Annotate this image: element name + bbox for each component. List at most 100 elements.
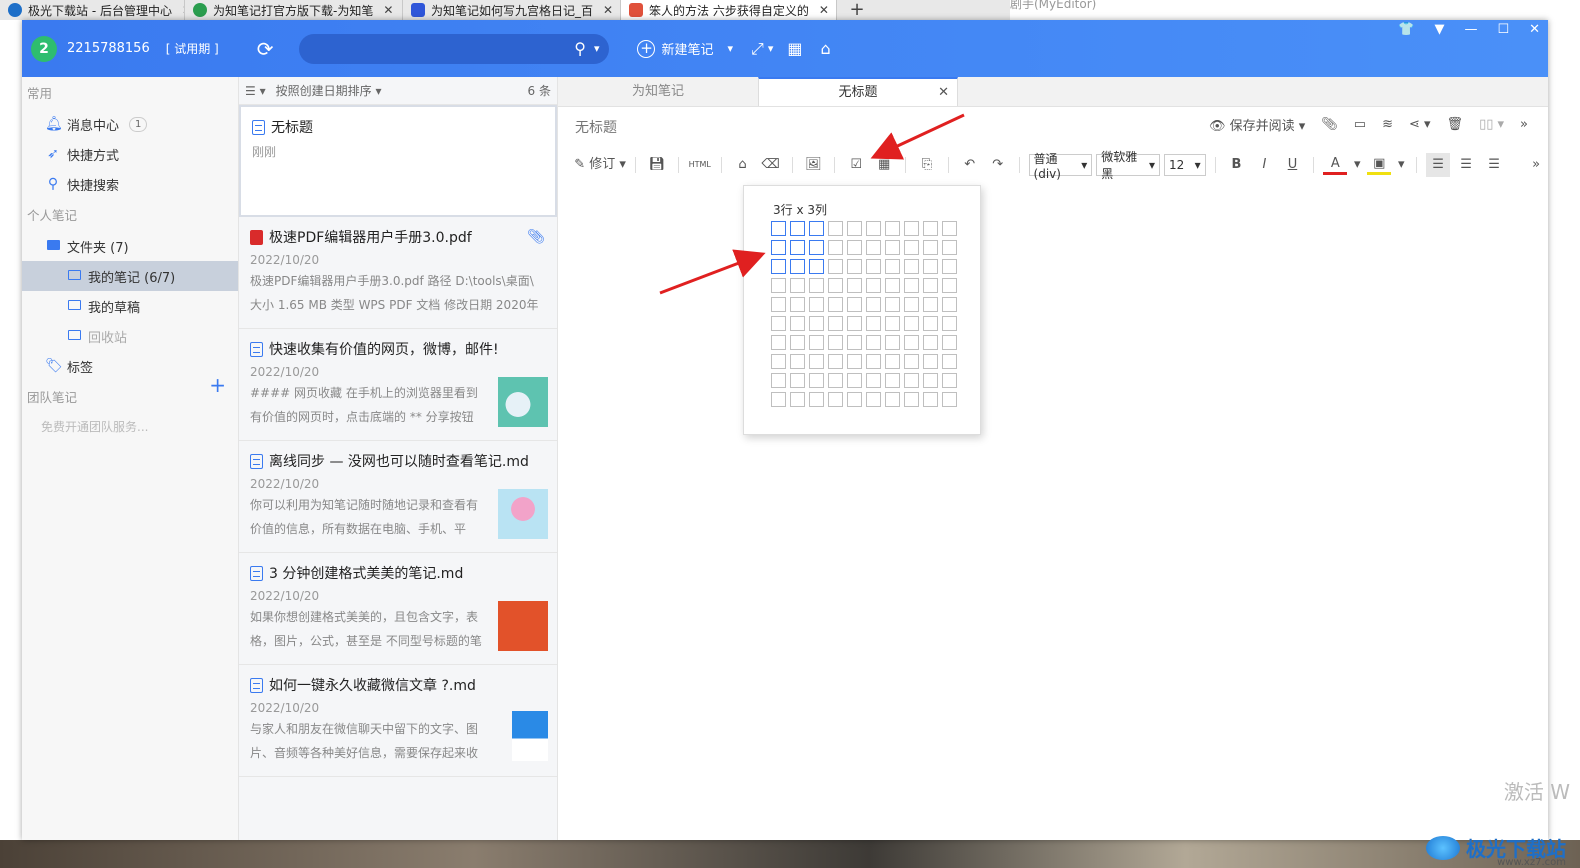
table-grid-cell[interactable]	[942, 316, 957, 331]
table-grid-cell[interactable]	[904, 392, 919, 407]
align-right-icon[interactable]: ☰	[1482, 153, 1506, 177]
table-grid-cell[interactable]	[828, 335, 843, 350]
table-grid-cell[interactable]	[942, 259, 957, 274]
table-grid-cell[interactable]	[866, 297, 881, 312]
search-box[interactable]: ⚲ ▾	[299, 33, 610, 64]
chevron-down-icon[interactable]: ▾	[768, 42, 774, 55]
table-grid-cell[interactable]	[885, 278, 900, 293]
table-grid-cell[interactable]	[904, 316, 919, 331]
table-icon[interactable]: ▦	[872, 153, 896, 177]
more-tools-button[interactable]: »	[1524, 153, 1548, 177]
table-grid-cell[interactable]	[923, 335, 938, 350]
table-grid-cell[interactable]	[904, 278, 919, 293]
table-grid-cell[interactable]	[942, 335, 957, 350]
fullscreen-icon[interactable]: ⤢	[751, 39, 764, 59]
table-grid-cell[interactable]	[866, 221, 881, 236]
table-grid-cell[interactable]	[923, 297, 938, 312]
table-grid-cell[interactable]	[866, 354, 881, 369]
revise-button[interactable]: ✎ 修订 ▾	[574, 153, 626, 177]
code-icon[interactable]: ⎘	[915, 153, 939, 177]
menu-icon[interactable]: ▼	[1434, 22, 1444, 37]
font-select[interactable]: 微软雅黑 ▾	[1096, 150, 1161, 181]
table-grid-cell[interactable]	[809, 240, 824, 255]
table-grid-cell[interactable]	[828, 240, 843, 255]
attachment-icon[interactable]: 📎︎	[1321, 117, 1338, 132]
table-grid-cell[interactable]	[847, 221, 862, 236]
maximize-icon[interactable]: ☐	[1497, 22, 1509, 37]
table-grid-cell[interactable]	[942, 240, 957, 255]
table-grid-cell[interactable]	[790, 278, 805, 293]
sidebar-item-quick-search[interactable]: ⚲ 快捷搜索	[22, 169, 238, 199]
table-grid-cell[interactable]	[904, 354, 919, 369]
table-grid-cell[interactable]	[904, 259, 919, 274]
table-grid-cell[interactable]	[942, 278, 957, 293]
close-icon[interactable]: ✕	[938, 79, 949, 107]
table-grid-cell[interactable]	[904, 335, 919, 350]
home-icon[interactable]: ⌂	[821, 39, 831, 58]
more-icon[interactable]: »	[1520, 117, 1528, 132]
underline-button[interactable]: U	[1280, 153, 1304, 177]
sidebar-item-folders[interactable]: 文件夹 (7)	[22, 231, 238, 261]
table-grid-cell[interactable]	[904, 221, 919, 236]
table-grid-cell[interactable]	[790, 373, 805, 388]
paragraph-select[interactable]: 普通 (div) ▾	[1028, 152, 1093, 181]
list-item[interactable]: 快速收集有价值的网页，微博，邮件! 2022/10/20 #### 网页收藏 在…	[239, 329, 557, 441]
sidebar-item-shortcuts[interactable]: ➶ 快捷方式	[22, 139, 238, 169]
table-grid-cell[interactable]	[809, 221, 824, 236]
save-read-button[interactable]: 👁︎ 保存并阅读 ▾	[1209, 115, 1305, 134]
delete-icon[interactable]: 🗑︎	[1447, 117, 1464, 132]
table-grid-cell[interactable]	[942, 221, 957, 236]
table-grid-cell[interactable]	[904, 240, 919, 255]
table-grid-cell[interactable]	[809, 316, 824, 331]
checkbox-icon[interactable]: ☑	[844, 153, 868, 177]
table-grid-cell[interactable]	[790, 297, 805, 312]
close-icon[interactable]: ✕	[1529, 22, 1540, 37]
table-grid-cell[interactable]	[942, 373, 957, 388]
table-grid-cell[interactable]	[923, 392, 938, 407]
table-grid-cell[interactable]	[885, 316, 900, 331]
table-grid-cell[interactable]	[866, 240, 881, 255]
browser-tab-4[interactable]: 笨人的方法 六步获得自定义的 ✕	[621, 0, 837, 20]
font-color-button[interactable]: A	[1323, 155, 1348, 175]
table-grid-cell[interactable]	[866, 316, 881, 331]
tab-wiz-note[interactable]: 为知笔记	[558, 77, 758, 106]
table-grid-cell[interactable]	[847, 373, 862, 388]
close-icon[interactable]: ✕	[603, 3, 613, 17]
table-grid-cell[interactable]	[923, 259, 938, 274]
search-icon[interactable]: ⚲	[574, 39, 586, 58]
table-grid-cell[interactable]	[885, 354, 900, 369]
table-grid-cell[interactable]	[809, 335, 824, 350]
share-icon[interactable]: ⋖ ▾	[1409, 117, 1431, 132]
table-grid-cell[interactable]	[790, 240, 805, 255]
table-grid-cell[interactable]	[866, 259, 881, 274]
table-grid-cell[interactable]	[923, 221, 938, 236]
table-grid-cell[interactable]	[885, 335, 900, 350]
table-grid-cell[interactable]	[771, 297, 786, 312]
add-team-button[interactable]: +	[209, 373, 226, 397]
sidebar-item-drafts[interactable]: 我的草稿	[22, 291, 238, 321]
table-grid-cell[interactable]	[790, 221, 805, 236]
sync-icon[interactable]: ⟳	[257, 37, 274, 61]
new-tab-button[interactable]: +	[837, 0, 877, 20]
table-grid-cell[interactable]	[771, 259, 786, 274]
sidebar-item-messages[interactable]: 🔔︎ 消息中心 1	[22, 109, 238, 139]
save-icon[interactable]: 💾︎	[645, 153, 669, 177]
sidebar-item-tags[interactable]: 🏷︎ 标签	[22, 351, 238, 381]
table-grid-cell[interactable]	[866, 335, 881, 350]
table-grid-cell[interactable]	[885, 221, 900, 236]
table-grid-cell[interactable]	[923, 316, 938, 331]
skin-icon[interactable]: 👕	[1398, 22, 1414, 37]
sidebar-item-recycle[interactable]: 回收站	[22, 321, 238, 351]
table-grid-cell[interactable]	[866, 278, 881, 293]
table-grid-cell[interactable]	[885, 392, 900, 407]
reader-icon[interactable]: ▯▯ ▾	[1479, 117, 1504, 132]
undo-icon[interactable]: ↶	[958, 153, 982, 177]
table-grid-cell[interactable]	[847, 240, 862, 255]
close-icon[interactable]: ✕	[383, 3, 393, 17]
list-item[interactable]: 3 分钟创建格式美美的笔记.md 2022/10/20 如果你想创建格式美美的，…	[239, 553, 557, 665]
table-grid-cell[interactable]	[771, 221, 786, 236]
table-grid-cell[interactable]	[847, 278, 862, 293]
grid-icon[interactable]: ▦	[787, 39, 802, 58]
table-grid-cell[interactable]	[923, 240, 938, 255]
sort-dropdown[interactable]: 按照创建日期排序 ▾	[276, 82, 382, 99]
